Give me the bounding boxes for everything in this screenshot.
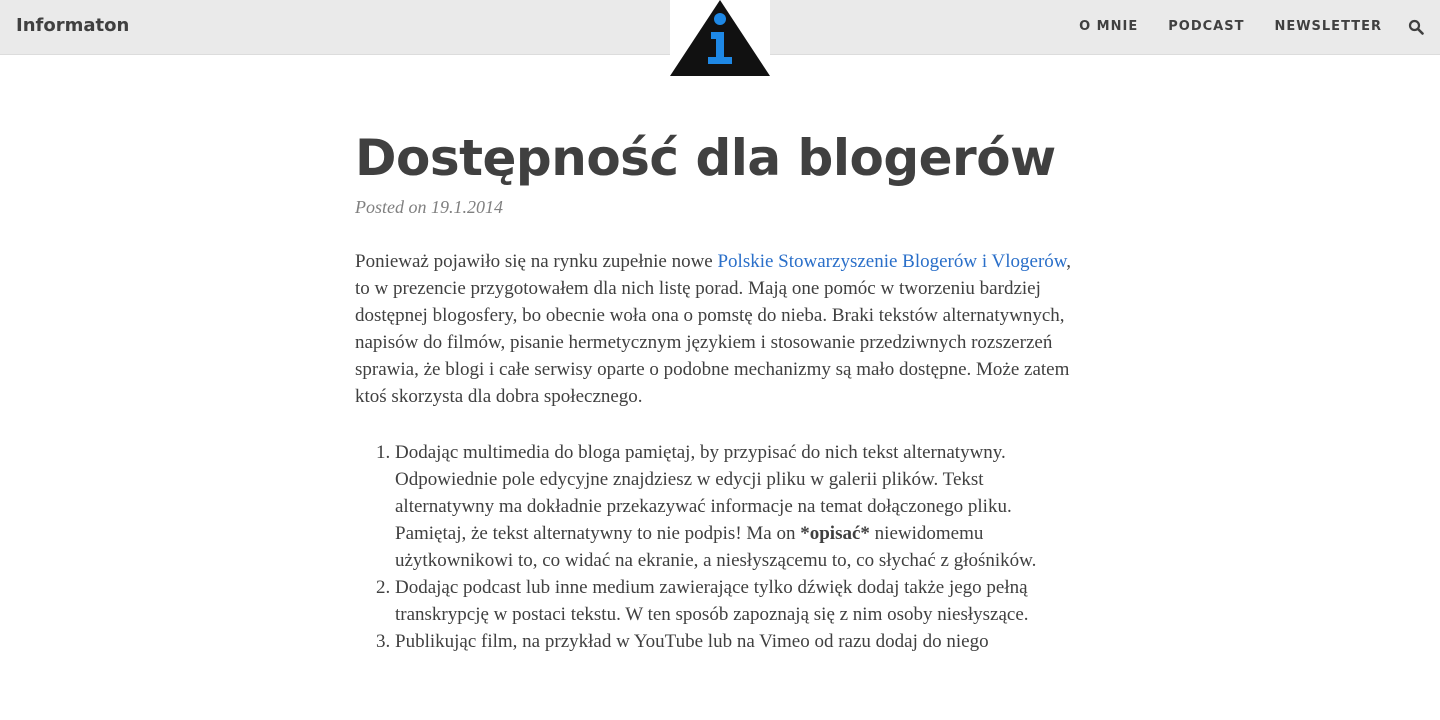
tip-text: Dodając podcast lub inne medium zawieraj…	[395, 577, 1029, 625]
list-item: Publikując film, na przykład w YouTube l…	[395, 628, 1085, 655]
tip-text: Publikując film, na przykład w YouTube l…	[395, 631, 989, 652]
nav-link-o-mnie[interactable]: O MNIE	[1079, 19, 1138, 34]
search-button[interactable]	[1408, 19, 1424, 35]
site-logo[interactable]	[670, 0, 770, 78]
tip-emphasis: *opisać*	[800, 523, 870, 544]
post-content: Dostępność dla blogerów Posted on 19.1.2…	[355, 128, 1085, 655]
tips-list: Dodając multimedia do bloga pamiętaj, by…	[355, 439, 1085, 655]
post-date: Posted on 19.1.2014	[355, 197, 503, 217]
main-nav: O MNIE PODCAST NEWSLETTER	[1079, 19, 1382, 34]
post-title: Dostępność dla blogerów	[355, 129, 1056, 187]
intro-text-after: , to w prezencie przygotowałem dla nich …	[355, 251, 1072, 407]
site-brand-link[interactable]: Informaton	[16, 15, 129, 36]
intro-text-before: Ponieważ pojawiło się na rynku zupełnie …	[355, 251, 718, 272]
list-item: Dodając multimedia do bloga pamiętaj, by…	[395, 439, 1085, 574]
list-item: Dodając podcast lub inne medium zawieraj…	[395, 574, 1085, 628]
search-icon	[1408, 19, 1424, 35]
post-intro: Ponieważ pojawiło się na rynku zupełnie …	[355, 248, 1085, 410]
site-navbar: Informaton O MNIE PODCAST NEWSLETTER	[0, 0, 1440, 78]
info-triangle-logo-icon	[670, 0, 770, 76]
nav-link-newsletter[interactable]: NEWSLETTER	[1274, 19, 1382, 34]
nav-link-podcast[interactable]: PODCAST	[1168, 19, 1244, 34]
association-link[interactable]: Polskie Stowarzyszenie Blogerów i Vloger…	[717, 251, 1066, 272]
